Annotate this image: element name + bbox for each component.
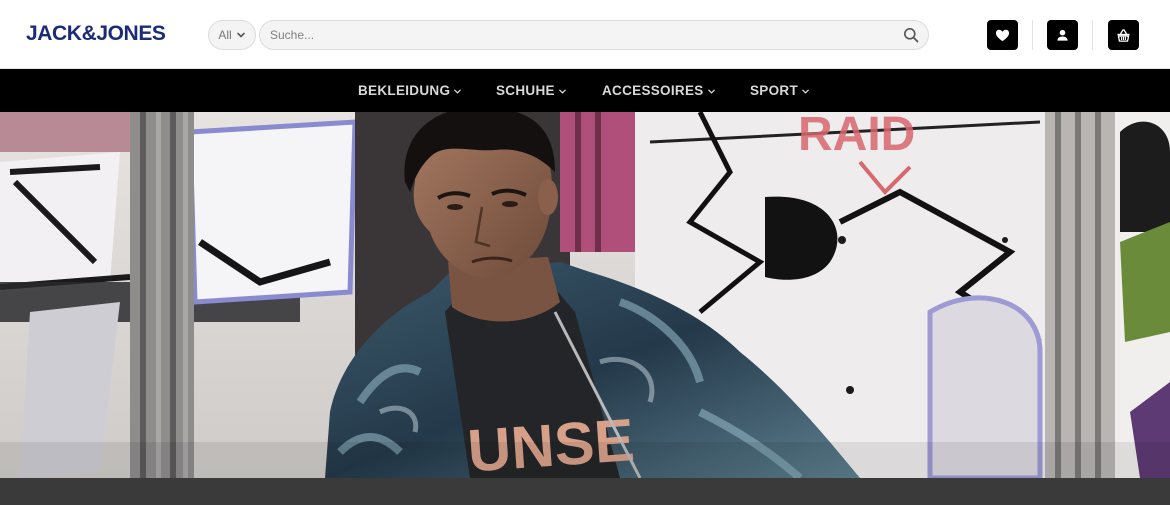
header-divider xyxy=(1032,20,1033,50)
account-button[interactable] xyxy=(1047,20,1078,50)
nav-item-accessoires[interactable]: ACCESSOIRES xyxy=(602,69,716,112)
site-header: JACK&JONES All xyxy=(0,0,1170,69)
nav-item-label: BEKLEIDUNG xyxy=(358,83,451,98)
hero-image: RAID UNSE xyxy=(0,112,1170,478)
chevron-down-icon xyxy=(454,89,462,94)
basket-icon xyxy=(1117,28,1130,42)
chevron-down-icon xyxy=(802,89,809,94)
chevron-down-icon xyxy=(236,32,245,38)
nav-item-schuhe[interactable]: SCHUHE xyxy=(496,69,567,112)
brand-logo[interactable]: JACK&JONES xyxy=(26,22,166,46)
wishlist-button[interactable] xyxy=(987,20,1018,50)
chevron-down-icon xyxy=(707,89,715,94)
nav-item-bekleidung[interactable]: BEKLEIDUNG xyxy=(358,69,462,112)
header-divider xyxy=(1092,20,1093,50)
user-icon xyxy=(1057,29,1068,41)
graffiti-text: RAID xyxy=(798,112,915,161)
chevron-down-icon xyxy=(558,89,566,94)
hero-banner[interactable]: RAID UNSE xyxy=(0,112,1170,478)
nav-item-label: SCHUHE xyxy=(496,83,555,98)
main-nav: BEKLEIDUNG SCHUHE ACCESSOIRES SPORT xyxy=(0,69,1170,112)
nav-item-sport[interactable]: SPORT xyxy=(750,69,810,112)
search-icon xyxy=(904,28,919,43)
nav-item-label: ACCESSOIRES xyxy=(602,83,704,98)
search-input[interactable] xyxy=(260,21,894,49)
search-bar xyxy=(259,20,929,50)
category-select[interactable]: All xyxy=(208,20,256,50)
category-select-value: All xyxy=(218,28,232,42)
nav-item-label: SPORT xyxy=(750,83,799,98)
cart-button[interactable] xyxy=(1108,20,1139,50)
search-button[interactable] xyxy=(894,21,928,49)
footer-strip xyxy=(0,478,1170,505)
heart-icon xyxy=(995,29,1010,41)
